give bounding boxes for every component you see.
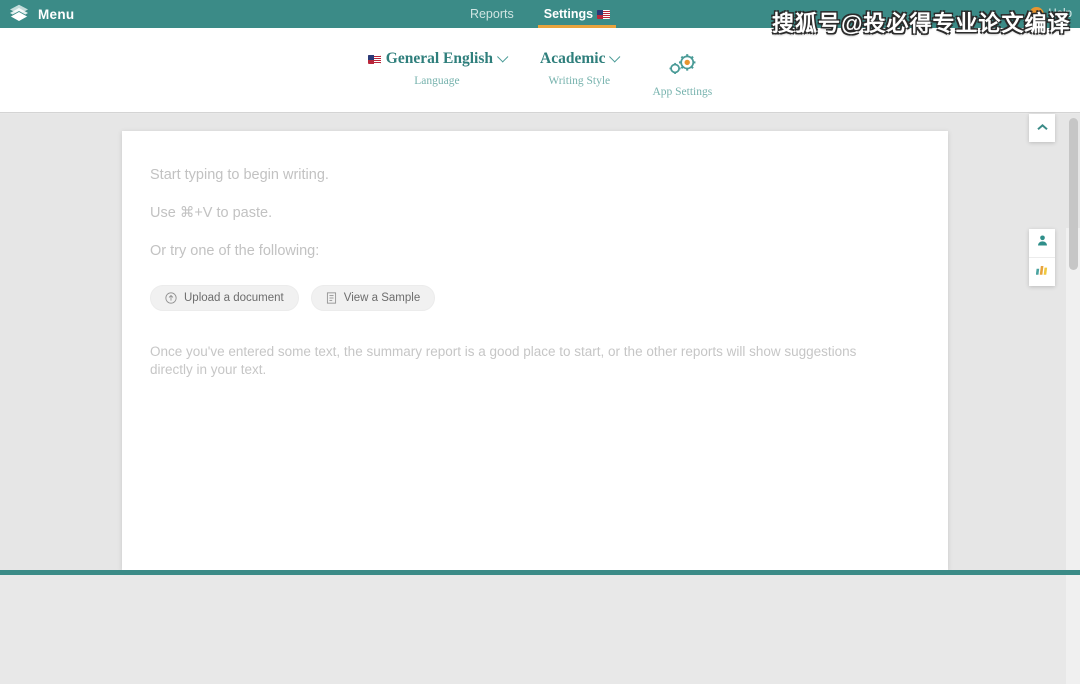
view-sample-button[interactable]: View a Sample xyxy=(310,285,436,311)
right-rail-tabs xyxy=(1029,229,1055,286)
workspace-area: Start typing to begin writing. Use ⌘+V t… xyxy=(0,114,1080,684)
reports-tab[interactable] xyxy=(1029,257,1055,286)
app-settings-label: App Settings xyxy=(652,86,713,98)
writing-style-selector[interactable]: Academic Writing Style xyxy=(540,50,621,87)
gears-icon xyxy=(662,52,702,83)
help-circle-icon xyxy=(1029,6,1045,22)
writing-style-value-row: Academic xyxy=(540,50,621,68)
language-selector-value-row: General English xyxy=(367,50,509,68)
view-sample-label: View a Sample xyxy=(343,292,421,304)
nav-item-reports[interactable]: Reports xyxy=(470,0,514,28)
upload-circle-icon xyxy=(165,292,177,304)
bar-chart-icon xyxy=(1035,263,1049,281)
document-icon xyxy=(326,292,337,304)
us-flag-icon xyxy=(367,54,381,64)
app-settings-button[interactable]: App Settings xyxy=(652,50,712,98)
language-selector-value: General English xyxy=(385,50,494,67)
chevron-down-icon xyxy=(497,51,509,63)
chevron-up-icon xyxy=(1036,119,1049,137)
language-selector-label: Language xyxy=(414,75,460,87)
settings-bar: General English Language Academic Writin… xyxy=(0,28,1080,113)
upload-document-label: Upload a document xyxy=(184,292,284,304)
person-icon xyxy=(1036,234,1049,252)
upload-document-button[interactable]: Upload a document xyxy=(150,285,299,311)
user-tab[interactable] xyxy=(1029,229,1055,257)
vertical-scrollbar-thumb[interactable] xyxy=(1069,118,1078,270)
placeholder-line-1: Start typing to begin writing. xyxy=(150,167,329,183)
top-nav-items: Reports Settings xyxy=(0,0,1080,28)
help-label: Help xyxy=(1048,8,1072,20)
vertical-scrollbar-track[interactable] xyxy=(1066,228,1080,684)
placeholder-line-2: Use ⌘+V to paste. xyxy=(150,205,273,221)
writing-style-label: Writing Style xyxy=(548,75,611,87)
nav-item-settings-label: Settings xyxy=(543,7,594,21)
summary-hint-text: Once you've entered some text, the summa… xyxy=(150,344,857,378)
rail-collapse-button[interactable] xyxy=(1029,114,1055,142)
nav-item-settings[interactable]: Settings xyxy=(537,0,617,28)
document-action-buttons: Upload a document View a Sample xyxy=(150,285,920,311)
us-flag-icon xyxy=(597,9,611,19)
document-editor[interactable]: Start typing to begin writing. Use ⌘+V t… xyxy=(122,131,948,570)
placeholder-line-3: Or try one of the following: xyxy=(150,243,320,259)
bottom-accent-bar xyxy=(0,570,1080,575)
chevron-down-icon xyxy=(609,51,621,63)
help-button[interactable]: Help xyxy=(1029,0,1072,28)
nav-item-reports-label: Reports xyxy=(469,7,514,21)
top-navigation-bar: Menu Reports Settings Help xyxy=(0,0,1080,28)
document-content: Start typing to begin writing. Use ⌘+V t… xyxy=(122,131,948,379)
language-selector[interactable]: General English Language xyxy=(367,50,509,87)
writing-style-value: Academic xyxy=(540,50,606,67)
